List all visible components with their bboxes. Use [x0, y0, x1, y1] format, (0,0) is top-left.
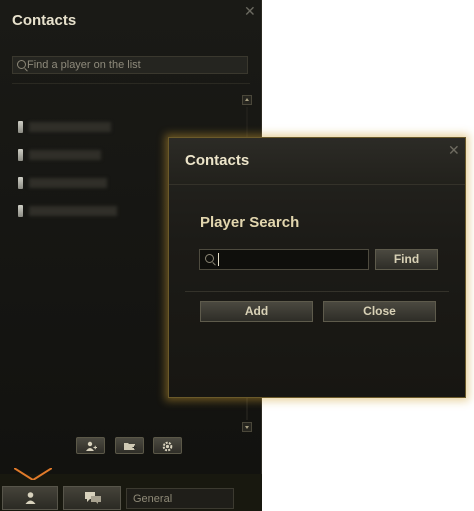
find-button[interactable]: Find: [375, 249, 438, 270]
contact-name-blurred: [29, 178, 107, 188]
chat-toggle-button[interactable]: [63, 486, 121, 510]
chat-bubbles-icon: [85, 492, 101, 504]
contacts-settings-button[interactable]: [153, 437, 182, 454]
player-status-icon: [18, 205, 23, 217]
scroll-down-arrow-icon[interactable]: [242, 422, 252, 432]
contact-name-blurred: [29, 122, 111, 132]
close-button[interactable]: Close: [323, 301, 436, 322]
scroll-up-arrow-icon[interactable]: [242, 95, 252, 105]
contacts-person-icon: [25, 492, 36, 504]
panel-title: Contacts: [12, 12, 77, 29]
player-search-field[interactable]: [199, 249, 369, 270]
search-icon: [17, 60, 26, 69]
contact-list-item[interactable]: [18, 148, 158, 162]
player-status-icon: [18, 121, 23, 133]
contact-name-blurred: [29, 150, 101, 160]
contacts-toggle-button[interactable]: [2, 486, 58, 510]
player-search-input[interactable]: [216, 252, 364, 267]
contact-search-input[interactable]: [27, 57, 245, 73]
dialog-header: Contacts ✕: [169, 138, 465, 185]
dialog-subtitle: Player Search: [200, 214, 300, 231]
panel-indicator-arrow-icon: [14, 468, 52, 480]
add-contact-icon: [86, 441, 97, 451]
player-status-icon: [18, 149, 23, 161]
panel-close-icon[interactable]: ✕: [244, 5, 256, 19]
contact-list-item[interactable]: [18, 204, 158, 218]
settings-gear-icon: [162, 441, 173, 452]
add-button[interactable]: Add: [200, 301, 313, 322]
search-icon: [205, 254, 214, 263]
dialog-close-icon[interactable]: ✕: [448, 144, 460, 158]
panel-divider: [12, 83, 250, 84]
add-group-button[interactable]: [115, 437, 144, 454]
add-contact-button[interactable]: [76, 437, 105, 454]
dialog-title: Contacts: [185, 152, 250, 169]
contact-list-item[interactable]: [18, 120, 158, 134]
player-status-icon: [18, 177, 23, 189]
chat-channel-field[interactable]: General: [126, 488, 234, 509]
dialog-divider: [185, 291, 449, 292]
add-group-icon: [124, 443, 137, 450]
player-search-dialog: Contacts ✕ Player Search Find Add Close: [168, 137, 466, 398]
contact-search-field[interactable]: [12, 56, 248, 74]
contact-list-item[interactable]: [18, 176, 158, 190]
contact-name-blurred: [29, 206, 117, 216]
